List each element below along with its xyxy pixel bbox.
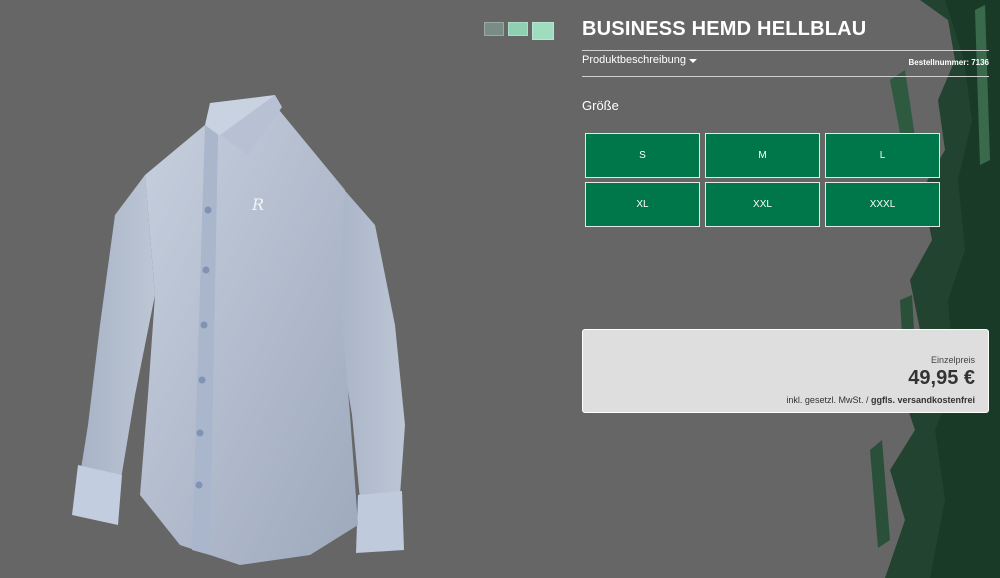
color-swatch-2[interactable]: [508, 22, 528, 36]
svg-text:R: R: [251, 195, 264, 214]
price-label: Einzelpreis: [930, 355, 975, 365]
size-option-xxxl[interactable]: XXXL: [825, 182, 940, 227]
product-meta-row: Produktbeschreibung Bestellnummer: 7136: [582, 51, 989, 77]
color-swatches: [484, 22, 554, 40]
caret-down-icon: [688, 58, 697, 63]
shipping-info-link[interactable]: ggfls. versandkostenfrei: [871, 395, 975, 405]
product-description-label: Produktbeschreibung: [582, 54, 686, 66]
order-number: Bestellnummer: 7136: [908, 58, 989, 67]
price-note: inkl. gesetzl. MwSt. / ggfls. versandkos…: [583, 395, 975, 405]
size-option-m[interactable]: M: [705, 133, 820, 178]
color-swatch-1[interactable]: [484, 22, 504, 36]
size-option-s[interactable]: S: [585, 133, 700, 178]
size-option-xl[interactable]: XL: [585, 182, 700, 227]
product-info: BUSINESS HEMD HELLBLAU Produktbeschreibu…: [582, 18, 989, 227]
shirt-image-icon: R: [72, 95, 405, 565]
price-note-tax: inkl. gesetzl. MwSt. /: [786, 395, 871, 405]
size-options: S M L XL XXL XXXL: [585, 133, 940, 227]
product-description-toggle[interactable]: Produktbeschreibung: [582, 54, 697, 66]
product-title: BUSINESS HEMD HELLBLAU: [582, 18, 989, 51]
size-option-l[interactable]: L: [825, 133, 940, 178]
size-option-xxl[interactable]: XXL: [705, 182, 820, 227]
product-image: R: [60, 95, 420, 575]
price-value: 49,95 €: [908, 367, 975, 389]
size-label: Größe: [582, 98, 619, 113]
price-box: Einzelpreis 49,95 € inkl. gesetzl. MwSt.…: [582, 329, 989, 413]
color-swatch-3[interactable]: [532, 22, 554, 40]
